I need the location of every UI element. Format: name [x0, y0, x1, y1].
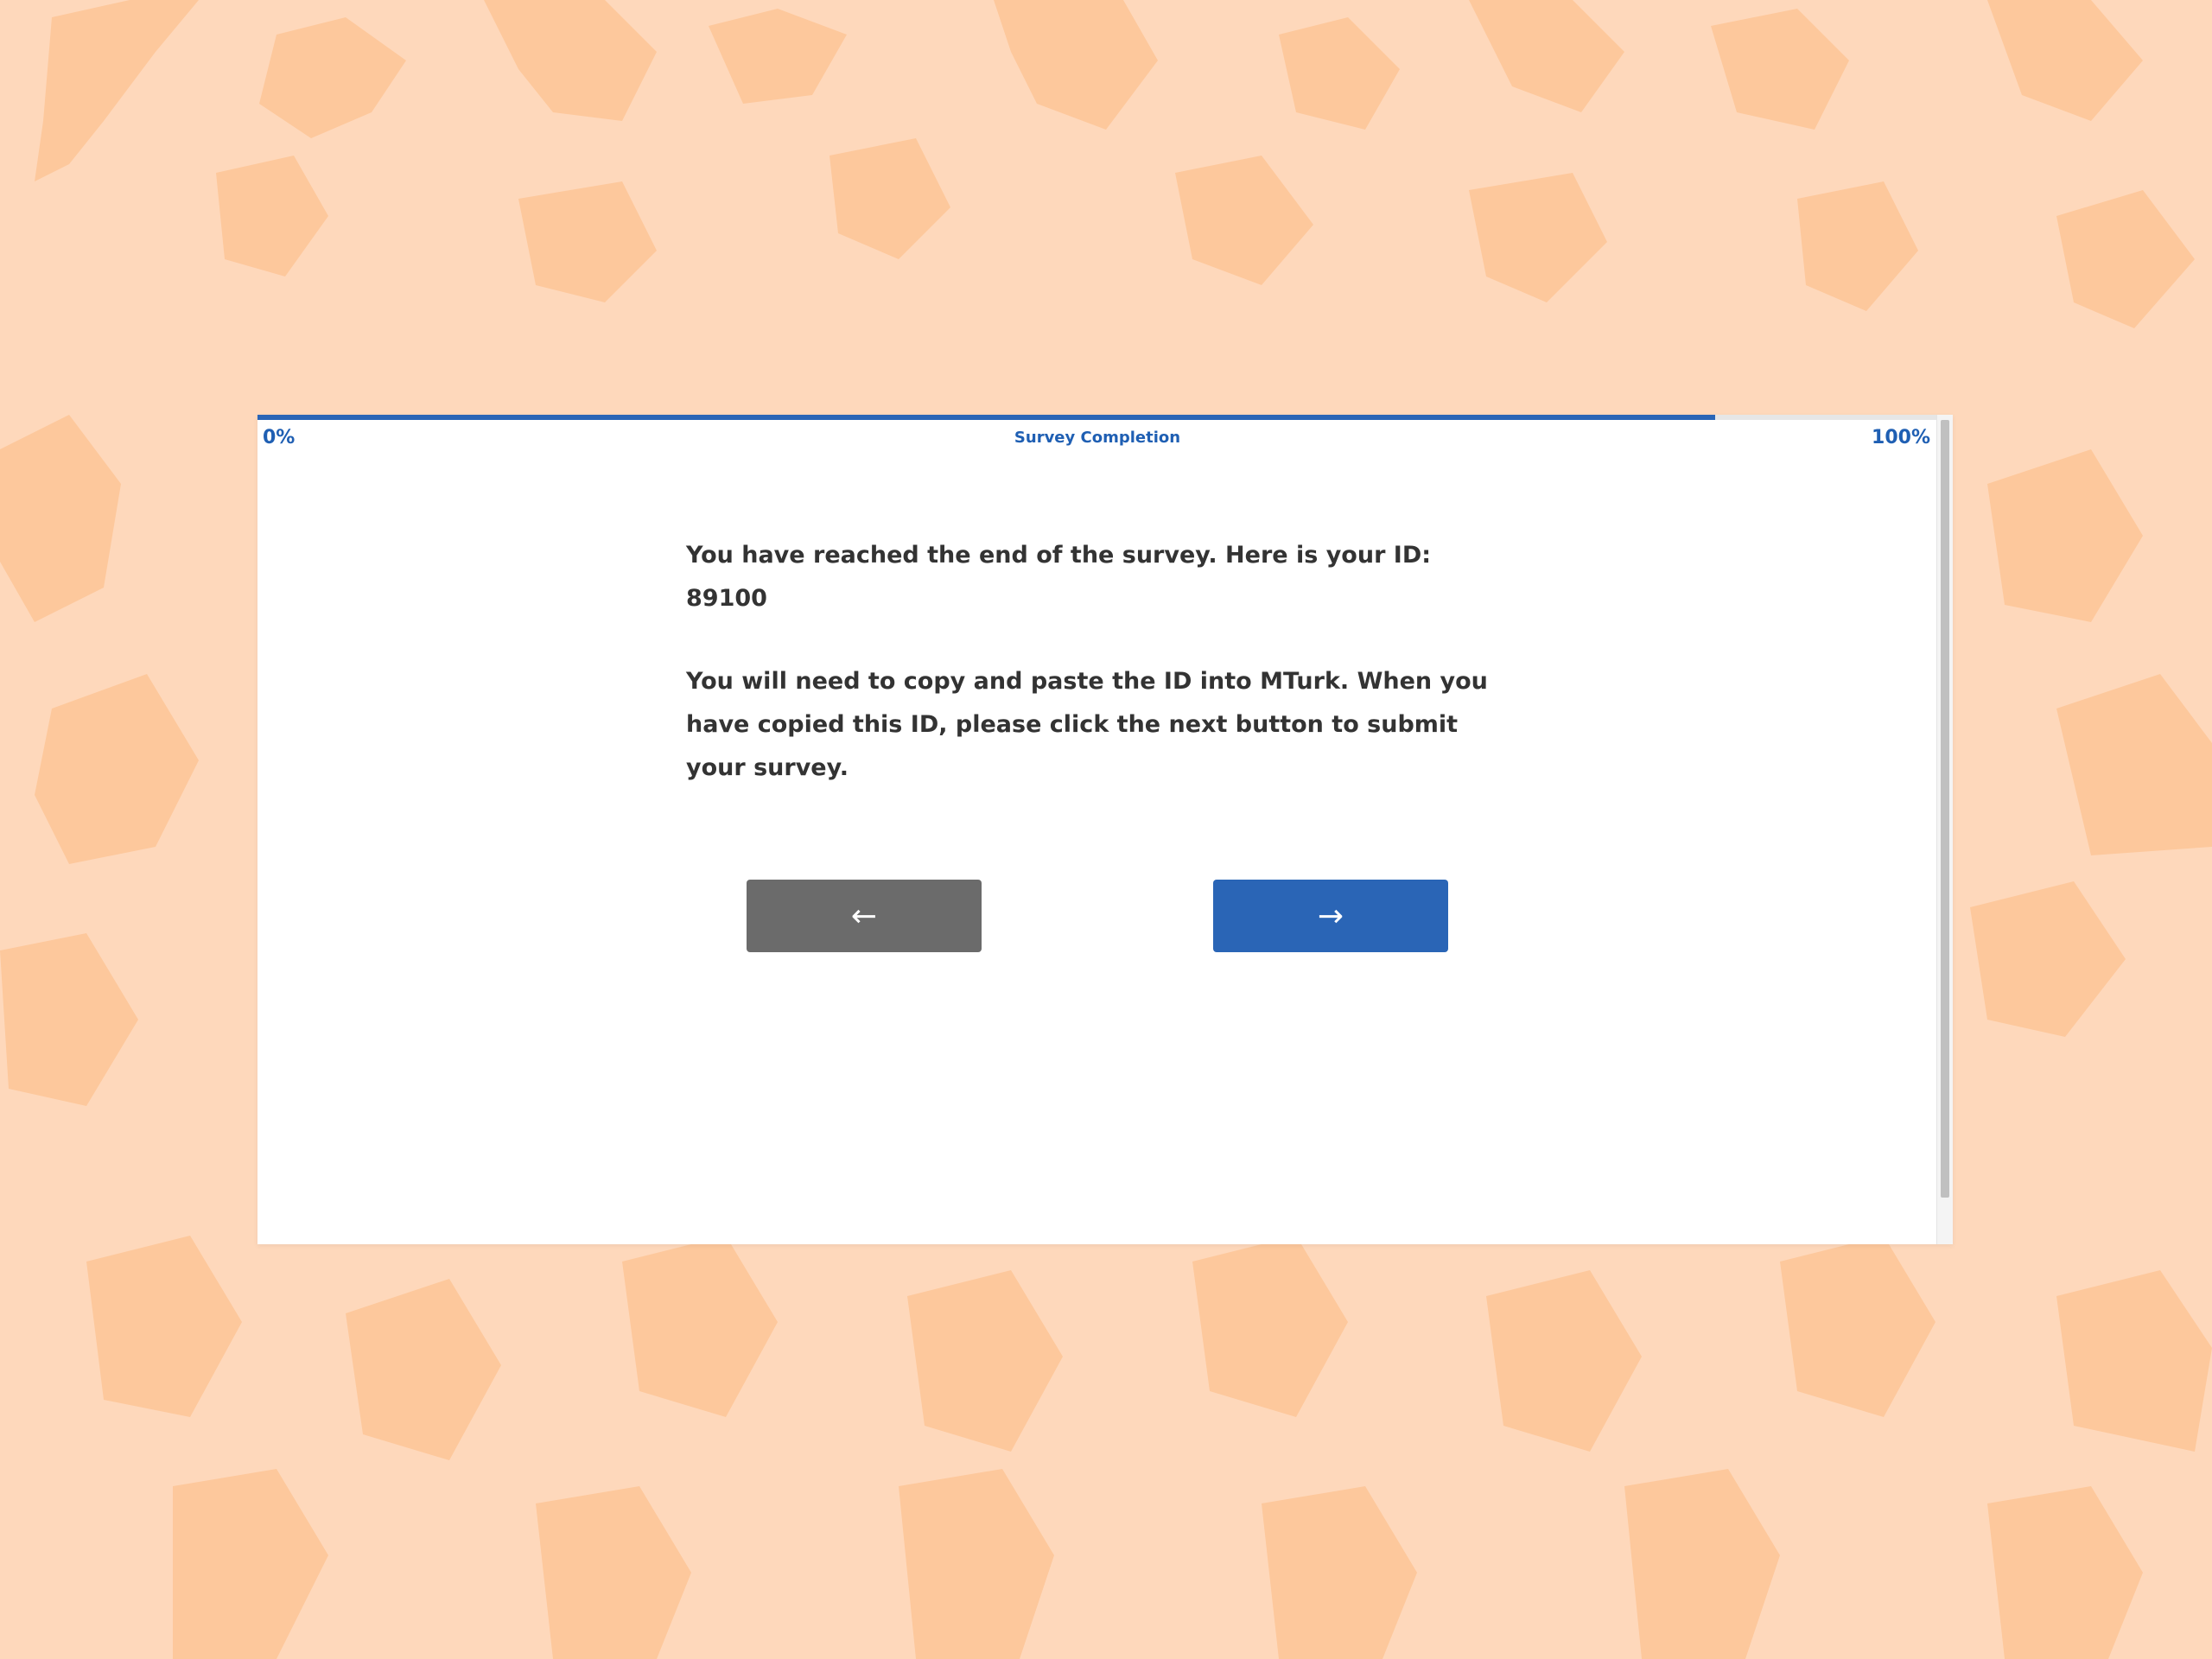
progress-bar [257, 415, 1953, 420]
scrollbar[interactable] [1936, 415, 1953, 1244]
next-button[interactable]: → [1213, 880, 1448, 952]
scrollbar-thumb[interactable] [1941, 420, 1949, 1198]
arrow-right-icon: → [1317, 898, 1344, 934]
progress-title: Survey Completion [1014, 429, 1181, 447]
progress-bar-fill [257, 415, 1716, 420]
survey-card: 0% Survey Completion 100% You have reach… [257, 415, 1953, 1244]
copy-id-instructions: You will need to copy and paste the ID i… [686, 668, 1488, 781]
arrow-left-icon: ← [850, 898, 878, 934]
back-button[interactable]: ← [747, 880, 982, 952]
survey-message: You have reached the end of the survey. … [686, 534, 1516, 830]
end-of-survey-text: You have reached the end of the survey. … [686, 542, 1432, 612]
progress-end-label: 100% [1872, 427, 1930, 448]
